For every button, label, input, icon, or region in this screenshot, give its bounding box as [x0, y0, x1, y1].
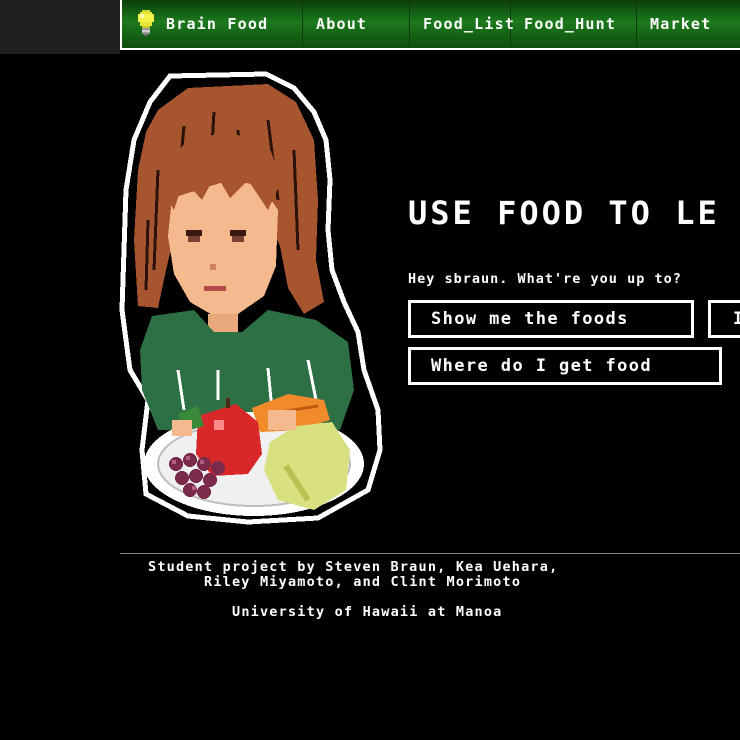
page: Brain Food About Food_List Food_Hunt Mar…: [0, 0, 740, 740]
partial-action-button[interactable]: I: [708, 300, 740, 338]
nav-item-food-list[interactable]: Food_List: [410, 0, 514, 48]
footer-divider: [120, 553, 740, 554]
hero-illustration: [119, 71, 383, 525]
nav-item-about[interactable]: About: [303, 0, 410, 48]
nav-label: Food_List: [423, 15, 516, 33]
brand-name: Brain Food: [166, 15, 269, 33]
nav-item-market[interactable]: Market: [637, 0, 740, 48]
hero-headline: USE FOOD TO LE: [408, 194, 720, 232]
top-navbar: Brain Food About Food_List Food_Hunt Mar…: [120, 0, 740, 50]
nav-brand[interactable]: Brain Food: [122, 0, 303, 48]
where-get-food-button[interactable]: Where do I get food: [408, 347, 722, 385]
browser-margin: [0, 0, 120, 54]
nav-label: About: [316, 15, 368, 33]
nav-label: Market: [650, 15, 712, 33]
nav-item-food-hunt[interactable]: Food_Hunt: [511, 0, 637, 48]
lightbulb-icon: [138, 10, 154, 36]
footer-credits-line2: Riley Miyamoto, and Clint Morimoto: [204, 574, 522, 590]
footer-credits-line1: Student project by Steven Braun, Kea Ueh…: [148, 559, 559, 575]
user-greeting: Hey sbraun. What're you up to?: [408, 271, 682, 287]
nav-label: Food_Hunt: [524, 15, 617, 33]
show-foods-button[interactable]: Show me the foods: [408, 300, 694, 338]
footer-university: University of Hawaii at Manoa: [232, 604, 503, 620]
